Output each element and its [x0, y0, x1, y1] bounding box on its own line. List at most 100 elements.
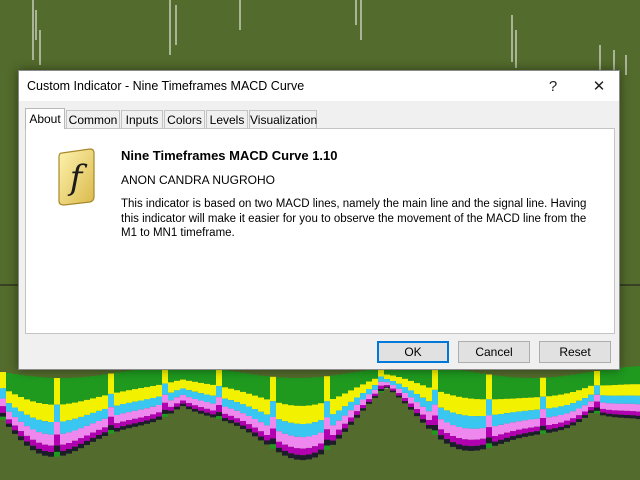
indicator-band-segment [276, 441, 282, 448]
indicator-band-segment [198, 400, 204, 408]
indicator-band-segment [354, 414, 360, 418]
indicator-band-segment [36, 376, 42, 403]
indicator-band-segment [348, 372, 354, 391]
indicator-band-segment [246, 428, 252, 433]
indicator-band-segment [168, 410, 174, 414]
indicator-band-segment [300, 437, 306, 449]
tab-levels[interactable]: Levels [206, 110, 248, 128]
indicator-band-segment [480, 416, 486, 429]
indicator-band-segment [570, 403, 576, 412]
indicator-band-segment [456, 444, 462, 450]
indicator-band-segment [570, 411, 576, 419]
indicator-band-segment [366, 389, 372, 395]
indicator-band-segment [180, 403, 186, 407]
indicator-band-segment [318, 432, 324, 444]
indicator-band-segment [450, 425, 456, 436]
indicator-band-segment [498, 414, 504, 425]
tab-colors[interactable]: Colors [164, 110, 205, 128]
indicator-band-segment [600, 385, 606, 396]
indicator-band-segment [552, 395, 558, 408]
indicator-band-segment [630, 415, 636, 419]
close-button[interactable]: ✕ [579, 71, 619, 101]
indicator-band-segment [150, 418, 156, 423]
indicator-band-segment [84, 425, 90, 436]
indicator-band-segment [210, 395, 216, 404]
indicator-band-segment [390, 388, 396, 391]
indicator-band-segment [414, 383, 420, 395]
indicator-band-segment [96, 435, 102, 439]
indicator-band-segment [420, 414, 426, 420]
indicator-band-segment [18, 374, 24, 398]
indicator-band-segment [210, 403, 216, 411]
indicator-band-segment [384, 374, 390, 379]
indicator-band-segment [612, 368, 618, 385]
indicator-band-segment [168, 392, 174, 401]
tab-inputs[interactable]: Inputs [121, 110, 163, 128]
indicator-band-segment [234, 410, 240, 419]
cancel-button[interactable]: Cancel [458, 341, 530, 363]
indicator-band-segment [498, 399, 504, 414]
indicator-band-segment [366, 401, 372, 404]
indicator-band-segment [6, 403, 12, 412]
indicator-band-segment [78, 438, 84, 444]
indicator-band-segment [54, 434, 60, 446]
help-button[interactable]: ? [533, 71, 573, 101]
indicator-band-segment [420, 385, 426, 398]
indicator-band-segment [480, 438, 486, 445]
indicator-band-segment [456, 438, 462, 445]
tab-common[interactable]: Common [66, 110, 120, 128]
indicator-band-segment [618, 414, 624, 418]
tab-about[interactable]: About [25, 108, 65, 129]
reset-button[interactable]: Reset [539, 341, 611, 363]
indicator-band-segment [372, 369, 378, 379]
indicator-band-segment [36, 403, 42, 420]
indicator-band-segment [144, 368, 150, 388]
indicator-band-segment [438, 407, 444, 420]
indicator-band-segment [474, 439, 480, 446]
ok-button[interactable]: OK [377, 341, 449, 363]
indicator-band-segment [360, 393, 366, 400]
indicator-band-segment [420, 397, 426, 407]
indicator-band-segment [606, 385, 612, 396]
indicator-band-segment [624, 410, 630, 415]
indicator-band-segment [636, 366, 640, 385]
indicator-band-segment [156, 405, 162, 413]
indicator-band-segment [132, 369, 138, 390]
indicator-band-segment [72, 440, 78, 447]
tab-visualization[interactable]: Visualization [249, 110, 317, 128]
indicator-band-segment [294, 378, 300, 406]
indicator-band-segment [288, 422, 294, 436]
indicator-band-segment [366, 399, 372, 402]
indicator-band-segment [198, 410, 204, 414]
indicator-band-segment [162, 409, 168, 414]
indicator-band-segment [546, 417, 552, 426]
indicator-band-segment [18, 431, 24, 437]
indicator-band-segment [150, 386, 156, 398]
indicator-band-segment [300, 424, 306, 438]
indicator-band-segment [324, 401, 330, 418]
indicator-band-segment [354, 371, 360, 388]
indicator-band-segment [528, 378, 534, 398]
indicator-band-segment [216, 369, 222, 387]
indicator-band-segment [84, 415, 90, 426]
indicator-band-segment [594, 371, 600, 386]
indicator-band-segment [366, 381, 372, 389]
indicator-band-segment [192, 399, 198, 406]
indicator-band-segment [54, 422, 60, 435]
indicator-band-segment [630, 395, 636, 404]
indicator-band-segment [564, 424, 570, 429]
indicator-band-segment [468, 371, 474, 399]
indicator-band-segment [270, 428, 276, 439]
indicator-band-segment [522, 377, 528, 398]
indicator-band-segment [294, 454, 300, 460]
indicator-band-segment [510, 377, 516, 399]
indicator-band-segment [0, 416, 6, 420]
indicator-band-segment [114, 428, 120, 432]
indicator-band-segment [186, 397, 192, 404]
indicator-band-segment [294, 405, 300, 424]
indicator-band-segment [282, 444, 288, 451]
indicator-band-segment [588, 410, 594, 413]
indicator-band-segment [312, 422, 318, 435]
indicator-band-segment [240, 391, 246, 405]
indicator-band-segment [480, 399, 486, 416]
